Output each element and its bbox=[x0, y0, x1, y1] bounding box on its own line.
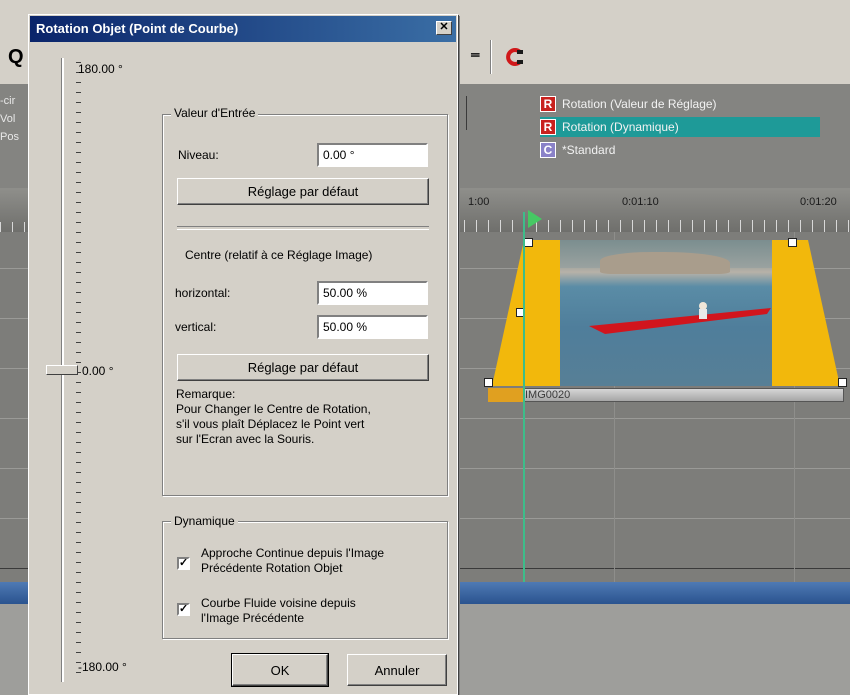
checkbox-label-line: Courbe Fluide voisine depuis bbox=[201, 596, 356, 610]
default-button-level[interactable]: Réglage par défaut bbox=[177, 178, 429, 205]
default-button-centre[interactable]: Réglage par défaut bbox=[177, 354, 429, 381]
remark-title: Remarque: bbox=[176, 387, 236, 401]
panel-divider bbox=[466, 96, 467, 130]
track-rotation-dynamic[interactable]: R Rotation (Dynamique) bbox=[540, 117, 820, 137]
level-label: Niveau: bbox=[178, 148, 219, 162]
magnet-icon[interactable] bbox=[503, 48, 525, 66]
continuous-approach-label[interactable]: Approche Continue depuis l'Image Précéde… bbox=[201, 546, 445, 576]
centre-heading: Centre (relatif à ce Réglage Image) bbox=[185, 248, 373, 262]
vertical-input[interactable]: 50.00 % bbox=[317, 315, 428, 339]
smooth-curve-checkbox[interactable]: ✓ bbox=[177, 603, 190, 616]
dialog-title: Rotation Objet (Point de Courbe) bbox=[36, 21, 239, 36]
track-labels-left: -cir Vol Pos bbox=[0, 92, 19, 146]
group-separator bbox=[177, 226, 429, 230]
track-rotation-value[interactable]: R Rotation (Valeur de Réglage) bbox=[540, 94, 717, 114]
keyframe-handle[interactable] bbox=[524, 238, 533, 247]
rotation-slider-thumb[interactable] bbox=[46, 365, 78, 375]
level-input[interactable]: 0.00 ° bbox=[317, 143, 428, 167]
remark-note: Remarque: Pour Changer le Centre de Rota… bbox=[176, 387, 444, 447]
thumbnail-rocks bbox=[600, 252, 730, 274]
remark-line: s'il vous plaît Déplacez le Point vert bbox=[176, 417, 365, 431]
checkmark-icon: ✓ bbox=[179, 603, 189, 615]
horizontal-label: horizontal: bbox=[175, 286, 231, 300]
horizontal-input[interactable]: 50.00 % bbox=[317, 281, 428, 305]
slider-min-label: -180.00 ° bbox=[78, 660, 127, 674]
toolbar-separator bbox=[490, 40, 492, 74]
track-name: Rotation (Valeur de Réglage) bbox=[562, 97, 717, 111]
track-name: *Standard bbox=[562, 143, 616, 157]
close-icon[interactable]: ✕ bbox=[436, 21, 452, 35]
ruler-ticks bbox=[440, 220, 850, 232]
ruler-time-label: 0:01:20 bbox=[800, 196, 837, 208]
rotation-badge-icon: R bbox=[540, 96, 556, 112]
playhead-line[interactable] bbox=[523, 212, 525, 582]
ruler-time-label: 0:01:10 bbox=[622, 196, 659, 208]
smooth-curve-label[interactable]: Courbe Fluide voisine depuis l'Image Pré… bbox=[201, 596, 445, 626]
slider-current-label: 0.00 ° bbox=[82, 364, 114, 378]
remark-line: Pour Changer le Centre de Rotation, bbox=[176, 402, 371, 416]
cancel-button[interactable]: Annuler bbox=[347, 654, 447, 686]
keyframe-handle[interactable] bbox=[788, 238, 797, 247]
checkmark-icon: ✓ bbox=[179, 557, 189, 569]
keyframe-handle[interactable] bbox=[484, 378, 493, 387]
ruler-time-label: 1:00 bbox=[468, 196, 490, 208]
clip-thumbnail[interactable] bbox=[560, 240, 772, 386]
track-label: -cir bbox=[0, 95, 16, 107]
zoom-tool-icon[interactable]: Q bbox=[8, 46, 24, 69]
remark-line: sur l'Ecran avec la Souris. bbox=[176, 432, 315, 446]
keyframe-handle[interactable] bbox=[838, 378, 847, 387]
vertical-label: vertical: bbox=[175, 320, 217, 334]
kayak-image bbox=[589, 302, 771, 334]
ok-button[interactable]: OK bbox=[231, 653, 329, 687]
checkbox-label-line: l'Image Précédente bbox=[201, 611, 305, 625]
slider-max-label: 180.00 ° bbox=[78, 62, 123, 76]
track-label: Pos bbox=[0, 131, 19, 143]
clip-bar-highlight bbox=[488, 388, 523, 402]
continuous-approach-checkbox[interactable]: ✓ bbox=[177, 557, 190, 570]
input-value-group-title: Valeur d'Entrée bbox=[171, 106, 259, 120]
track-name: Rotation (Dynamique) bbox=[562, 120, 679, 134]
checkbox-label-line: Précédente Rotation Objet bbox=[201, 561, 343, 575]
clip-name: IMG0020 bbox=[525, 389, 571, 401]
toolbar-tool-icon[interactable]: ⁼ bbox=[470, 46, 481, 71]
track-standard[interactable]: C *Standard bbox=[540, 140, 615, 160]
dynamic-group-title: Dynamique bbox=[171, 514, 238, 528]
checkbox-label-line: Approche Continue depuis l'Image bbox=[201, 546, 385, 560]
track-label: Vol bbox=[0, 113, 16, 125]
dialog-titlebar[interactable]: Rotation Objet (Point de Courbe) ✕ bbox=[30, 16, 456, 42]
curve-badge-icon: C bbox=[540, 142, 556, 158]
rotation-badge-icon: R bbox=[540, 119, 556, 135]
playhead-marker-icon[interactable] bbox=[528, 210, 542, 228]
